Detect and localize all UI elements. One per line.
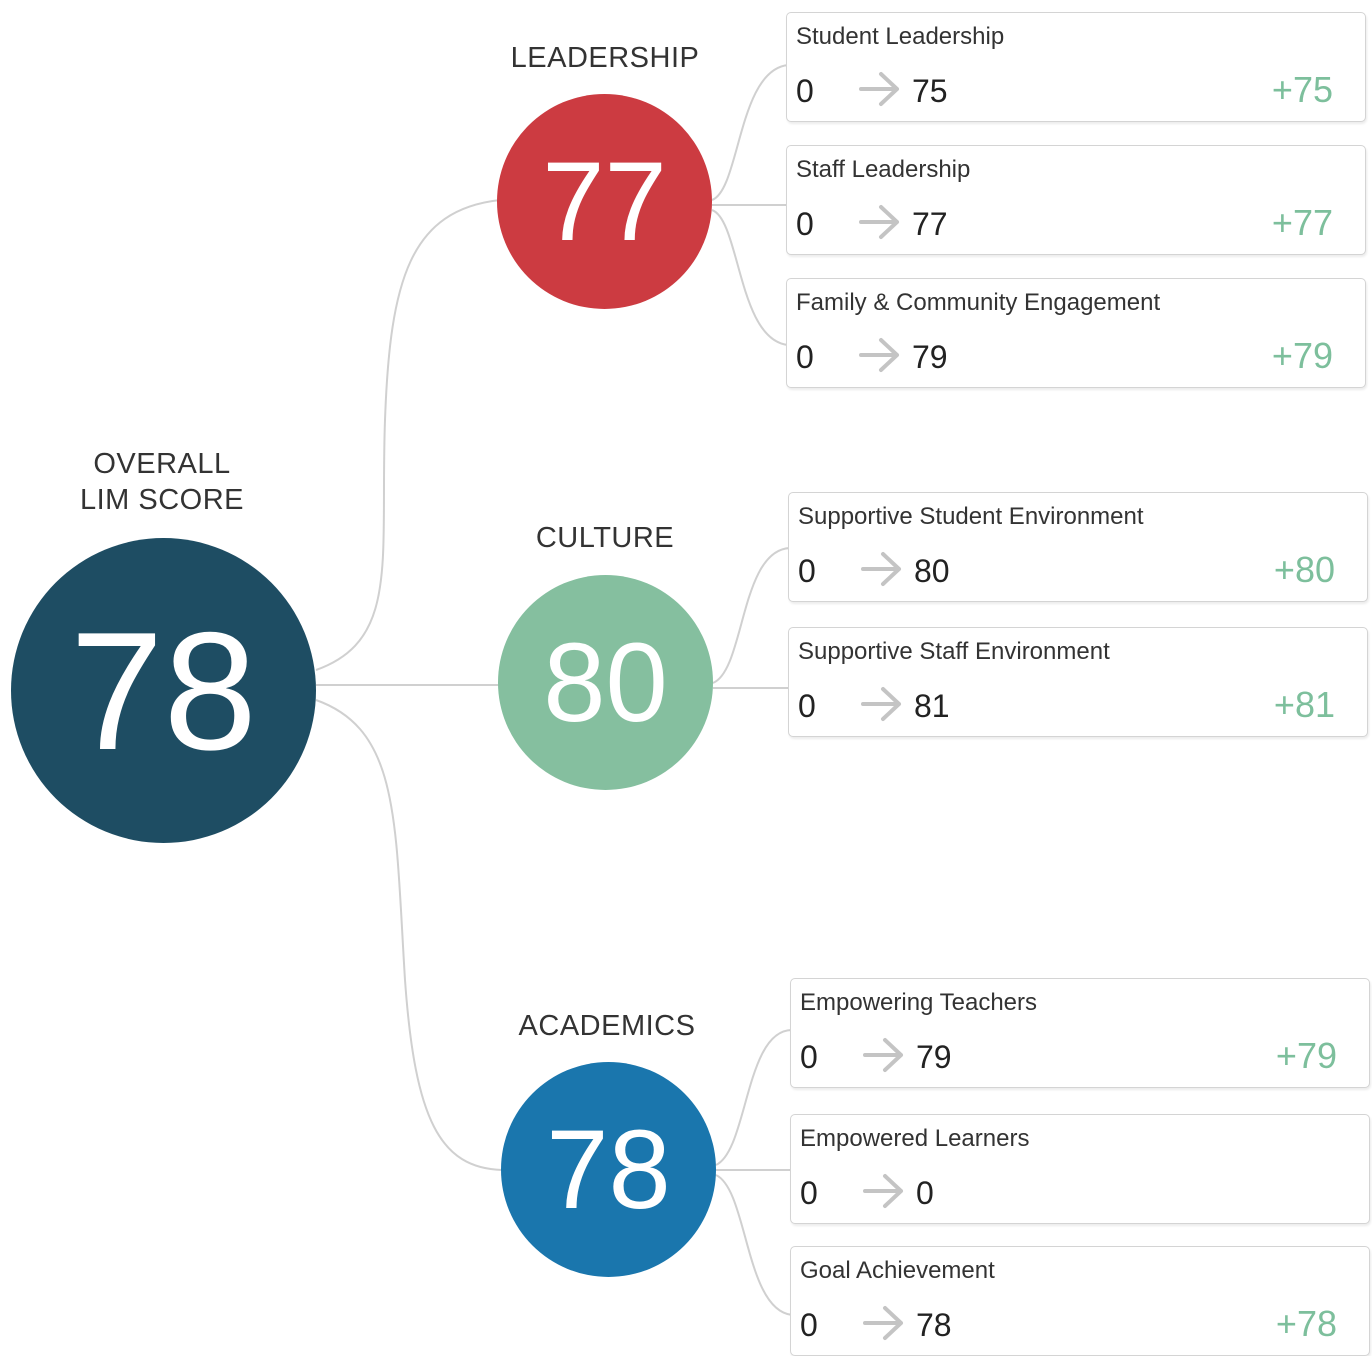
connector-leadership-item-1 [711, 64, 789, 201]
category-score-culture: 80 [543, 619, 668, 745]
subscore-delta: +81 [1273, 684, 1335, 725]
subscore-title: Empowering Teachers [800, 989, 1038, 1016]
subscore-delta: +80 [1273, 549, 1335, 590]
right-arrow-icon [859, 205, 899, 239]
subscore-to: 79 [912, 339, 948, 375]
subscore-from: 0 [796, 206, 814, 242]
subscore-to: 80 [914, 553, 950, 589]
category-score-academics: 78 [546, 1106, 671, 1232]
subscore-delta: +77 [1271, 202, 1333, 243]
subscore-card-family-community-engagement[interactable]: Family & Community Engagement 0 79 +79 [786, 278, 1366, 388]
category-label-leadership: LEADERSHIP [510, 42, 700, 74]
connector-overall-leadership [315, 199, 501, 671]
subscore-to: 75 [912, 73, 948, 109]
overall-label-line2: LIM SCORE [79, 484, 245, 517]
overall-score-circle: 78 [11, 538, 316, 843]
subscore-title: Supportive Student Environment [798, 503, 1144, 530]
subscore-to: 77 [912, 206, 948, 242]
subscore-delta: +78 [1275, 1303, 1337, 1344]
category-circle-culture: 80 [498, 575, 713, 790]
subscore-title: Supportive Staff Environment [798, 638, 1110, 665]
subscore-from: 0 [798, 553, 816, 589]
connector-academics-item-1 [715, 1029, 793, 1166]
subscore-from: 0 [800, 1175, 818, 1211]
subscore-title: Student Leadership [796, 23, 1005, 50]
right-arrow-icon [863, 1038, 903, 1072]
subscore-card-empowering-teachers[interactable]: Empowering Teachers 0 79 +79 [790, 978, 1370, 1088]
category-circle-leadership: 77 [497, 94, 712, 309]
right-arrow-icon [863, 1306, 903, 1340]
overall-label: OVERALL LIM SCORE [22, 446, 302, 519]
overall-label-line1: OVERALL [93, 448, 231, 480]
subscore-to: 0 [916, 1175, 934, 1211]
subscore-from: 0 [796, 339, 814, 375]
subscore-from: 0 [796, 73, 814, 109]
subscore-delta: +75 [1271, 69, 1333, 110]
subscore-card-supportive-staff-environment[interactable]: Supportive Staff Environment 0 81 +81 [788, 627, 1368, 737]
connector-academics-item-3 [715, 1174, 793, 1316]
subscore-title: Goal Achievement [800, 1257, 995, 1284]
subscore-card-empowered-learners[interactable]: Empowered Learners 0 0 [790, 1114, 1370, 1224]
subscore-to: 79 [916, 1039, 952, 1075]
right-arrow-icon [859, 72, 899, 106]
right-arrow-icon [861, 687, 901, 721]
category-circle-academics: 78 [501, 1062, 716, 1277]
subscore-title: Family & Community Engagement [796, 289, 1161, 316]
right-arrow-icon [859, 338, 899, 372]
subscore-delta: +79 [1271, 335, 1333, 376]
overall-score: 78 [70, 596, 257, 785]
subscore-card-student-leadership[interactable]: Student Leadership 0 75 +75 [786, 12, 1366, 122]
right-arrow-icon [861, 552, 901, 586]
connector-leadership-item-3 [711, 209, 789, 346]
category-label-culture: CULTURE [535, 522, 675, 554]
subscore-from: 0 [800, 1039, 818, 1075]
subscore-to: 81 [914, 688, 950, 724]
subscore-from: 0 [800, 1307, 818, 1343]
subscore-title: Staff Leadership [796, 156, 971, 183]
category-score-leadership: 77 [542, 138, 667, 264]
subscore-to: 78 [916, 1307, 952, 1343]
connector-overall-academics [315, 699, 503, 1171]
subscore-card-staff-leadership[interactable]: Staff Leadership 0 77 +77 [786, 145, 1366, 255]
category-label-academics: ACADEMICS [518, 1010, 696, 1042]
subscore-delta: +79 [1275, 1035, 1337, 1076]
subscore-title: Empowered Learners [800, 1125, 1030, 1152]
subscore-card-supportive-student-environment[interactable]: Supportive Student Environment 0 80 +80 [788, 492, 1368, 602]
connector-culture-item-1 [712, 547, 791, 684]
right-arrow-icon [863, 1174, 903, 1208]
subscore-from: 0 [798, 688, 816, 724]
subscore-card-goal-achievement[interactable]: Goal Achievement 0 78 +78 [790, 1246, 1370, 1356]
